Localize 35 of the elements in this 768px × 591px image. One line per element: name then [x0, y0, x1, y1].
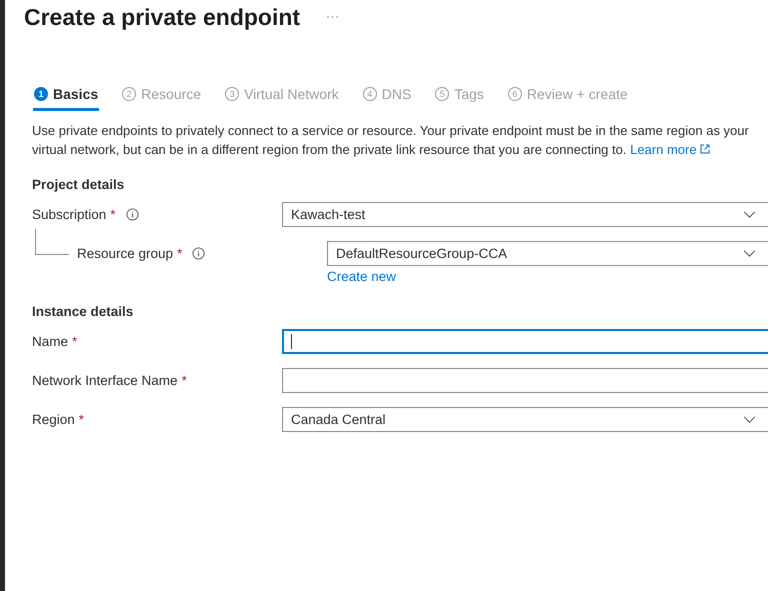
required-mark: * [110, 207, 116, 222]
wizard-tab[interactable]: 1 Basics [33, 83, 100, 111]
tree-connector [35, 229, 69, 255]
more-button[interactable]: ··· [322, 11, 344, 23]
info-icon[interactable] [126, 208, 139, 221]
wizard-tab[interactable]: 5 Tags [434, 83, 485, 111]
page-title: Create a private endpoint [24, 4, 300, 30]
input-field[interactable] [282, 329, 768, 354]
learn-more-link[interactable]: Learn more [630, 142, 710, 157]
chevron-down-icon [743, 250, 756, 257]
required-mark: * [72, 334, 78, 349]
chevron-down-icon [743, 211, 756, 218]
dropdown-field[interactable]: Canada Central [282, 407, 768, 432]
required-mark: * [78, 412, 84, 427]
section-heading: Project details [32, 177, 126, 192]
description-text: Use private endpoints to privately connect to a service or resource. Your private endpoint must be in the same region as your virtual network, but can be in a different region from the private link resource that you are connecting to. Learn more [32, 122, 750, 159]
required-mark: * [182, 373, 187, 388]
field-label: Network Interface Name [32, 373, 178, 388]
section-heading: Instance details [32, 304, 134, 319]
create-new-link[interactable]: Create new [327, 269, 396, 284]
field-label: Resource group [77, 246, 174, 261]
wizard-tab[interactable]: 6 Review + create [506, 83, 629, 111]
input-field[interactable] [282, 368, 768, 393]
wizard-tab[interactable]: 4 DNS [362, 83, 412, 111]
field-label: Subscription [32, 207, 106, 222]
required-mark: * [177, 246, 182, 261]
dropdown-field[interactable]: DefaultResourceGroup-CCA [327, 241, 768, 266]
wizard-tab[interactable]: 2 Resource [121, 83, 202, 111]
wizard-tab[interactable]: 3 Virtual Network [224, 83, 340, 111]
external-link-icon [700, 144, 710, 154]
field-label: Region [32, 412, 75, 427]
field-label: Name [32, 334, 68, 349]
chevron-down-icon [743, 416, 756, 423]
info-icon[interactable] [192, 247, 206, 260]
dropdown-field[interactable]: Kawach-test [282, 202, 768, 227]
